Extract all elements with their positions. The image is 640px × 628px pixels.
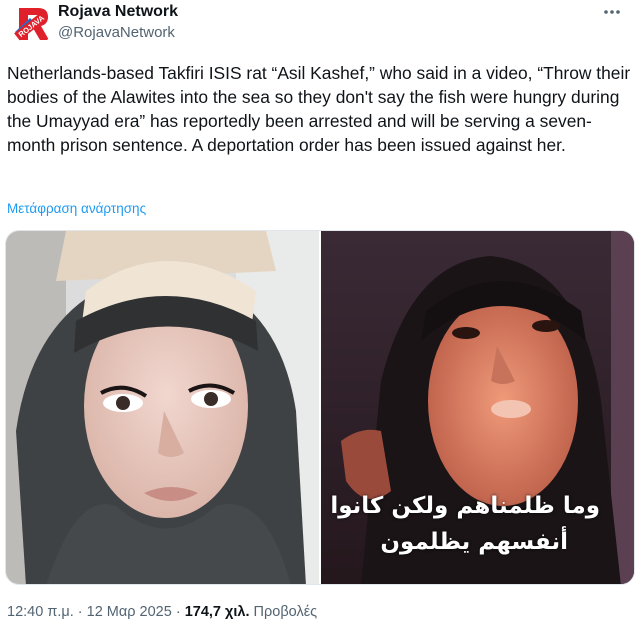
- rojava-logo: ROJAVA: [10, 2, 54, 46]
- translate-post-link[interactable]: Μετάφραση ανάρτησης: [7, 201, 146, 216]
- tweet-date[interactable]: 12 Μαρ 2025: [87, 604, 172, 620]
- media-photo-left[interactable]: [6, 231, 319, 584]
- media-grid: وما ظلمناهم ولكن كانوا أنفسهم يظلمون: [5, 230, 635, 585]
- tweet-meta: 12:40 π.μ. · 12 Μαρ 2025 · 174,7 χιλ. Πρ…: [7, 604, 317, 620]
- video-caption-line1: وما ظلمناهم ولكن كانوا: [330, 493, 600, 519]
- views-count: 174,7 χιλ.: [184, 604, 250, 620]
- account-handle[interactable]: @RojavaNetwork: [58, 23, 178, 43]
- more-horizontal-icon[interactable]: [600, 2, 624, 22]
- author-names: Rojava Network @RojavaNetwork: [58, 2, 178, 43]
- tweet-time[interactable]: 12:40 π.μ.: [7, 604, 74, 620]
- display-name[interactable]: Rojava Network: [58, 2, 178, 22]
- meta-separator: ·: [175, 604, 181, 620]
- video-caption-line2: أنفسهم يظلمون: [380, 529, 568, 555]
- avatar[interactable]: ROJAVA: [10, 2, 54, 46]
- views-label: Προβολές: [253, 604, 318, 620]
- tweet-text: Netherlands-based Takfiri ISIS rat “Asil…: [7, 63, 631, 155]
- media-photo-right[interactable]: وما ظلمناهم ولكن كانوا أنفسهم يظلمون: [321, 231, 634, 584]
- tweet-header: ROJAVA Rojava Network @RojavaNetwork: [8, 0, 632, 50]
- meta-separator: ·: [77, 604, 83, 620]
